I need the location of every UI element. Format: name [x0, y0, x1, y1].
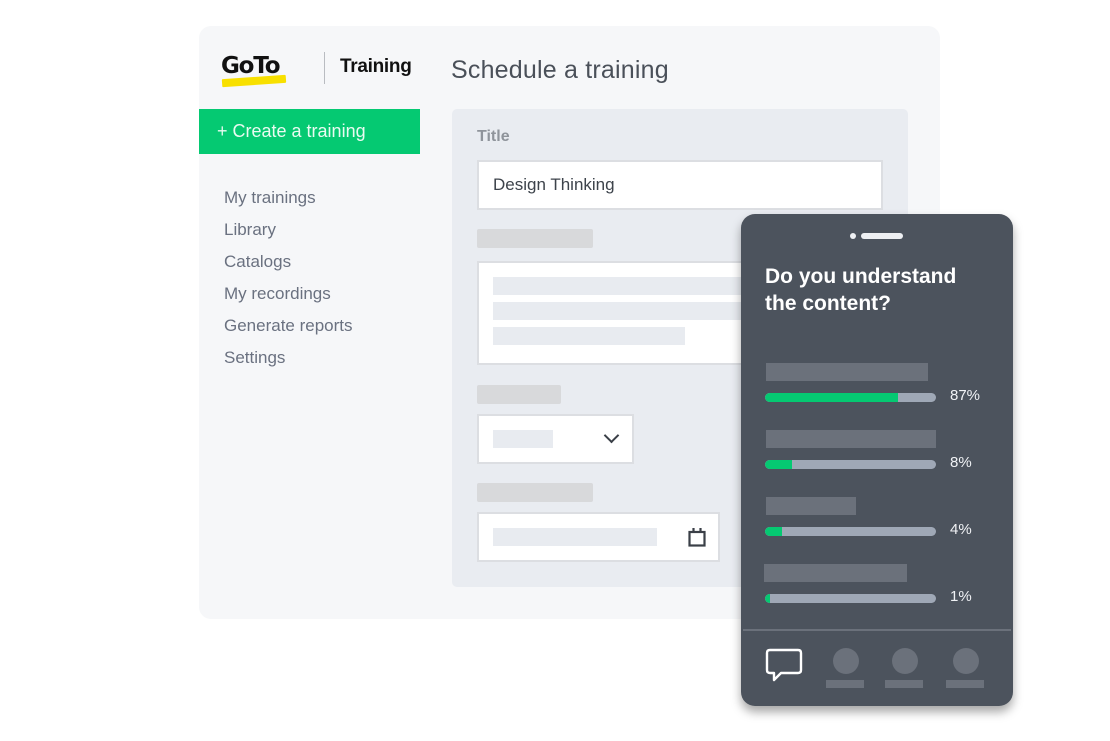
poll-progress-track — [765, 460, 936, 469]
sidebar-item-library[interactable]: Library — [224, 216, 353, 248]
poll-percent: 8% — [950, 454, 972, 471]
poll-progress-fill — [765, 393, 899, 402]
sidebar-item-my-trainings[interactable]: My trainings — [224, 184, 353, 216]
sidebar-item-settings[interactable]: Settings — [224, 344, 353, 376]
sidebar-nav: My trainings Library Catalogs My recordi… — [224, 184, 353, 376]
option-label-placeholder — [764, 564, 907, 582]
person-head — [953, 648, 979, 674]
tab-bar-divider — [743, 629, 1011, 631]
poll-progress-fill — [765, 527, 783, 536]
text-line-placeholder — [493, 277, 783, 295]
dropdown-select[interactable] — [477, 414, 634, 464]
person-label-placeholder — [885, 680, 923, 688]
phone-speaker — [861, 233, 903, 239]
logo-goto: GoTo — [221, 53, 281, 79]
product-name: Training — [340, 56, 412, 77]
option-label-placeholder — [766, 497, 856, 515]
option-label-placeholder — [766, 430, 936, 448]
person-icon[interactable] — [946, 648, 986, 692]
select-value-placeholder — [493, 430, 553, 448]
poll-progress-fill — [765, 460, 793, 469]
person-head — [892, 648, 918, 674]
chevron-down-icon — [603, 427, 620, 444]
person-head — [833, 648, 859, 674]
logo-divider — [324, 52, 325, 84]
sidebar-item-catalogs[interactable]: Catalogs — [224, 248, 353, 280]
date-label-placeholder — [477, 483, 593, 502]
sidebar-item-generate-reports[interactable]: Generate reports — [224, 312, 353, 344]
poll-percent: 87% — [950, 387, 981, 404]
person-icon[interactable] — [826, 648, 866, 692]
poll-option[interactable]: 8% — [765, 430, 1005, 480]
tab-bar — [741, 632, 1013, 706]
text-line-placeholder — [493, 302, 783, 320]
poll-progress-track — [765, 527, 936, 536]
poll-percent: 1% — [950, 588, 972, 605]
text-line-placeholder — [493, 327, 685, 345]
poll-progress-track — [765, 393, 936, 402]
poll-percent: 4% — [950, 521, 972, 538]
poll-option[interactable]: 1% — [764, 564, 1005, 614]
create-training-button[interactable]: + Create a training — [199, 109, 420, 154]
phone-camera — [850, 233, 856, 239]
title-label: Title — [477, 128, 510, 145]
poll-phone: Do you understand the content? 87% 8% 4%… — [741, 214, 1013, 706]
title-input[interactable] — [477, 160, 883, 210]
page-title: Schedule a training — [451, 56, 669, 84]
calendar-icon[interactable] — [688, 527, 706, 547]
chat-bubble-icon[interactable] — [765, 648, 803, 684]
date-value-placeholder — [493, 528, 657, 546]
person-icon[interactable] — [885, 648, 925, 692]
sidebar-item-my-recordings[interactable]: My recordings — [224, 280, 353, 312]
poll-progress-fill — [765, 594, 771, 603]
person-label-placeholder — [826, 680, 864, 688]
poll-option[interactable]: 87% — [765, 363, 1005, 413]
poll-option[interactable]: 4% — [765, 497, 1005, 547]
option-label-placeholder — [766, 363, 928, 381]
description-textarea[interactable] — [477, 261, 783, 365]
person-label-placeholder — [946, 680, 984, 688]
description-label-placeholder — [477, 229, 593, 248]
select-label-placeholder — [477, 385, 561, 404]
poll-question: Do you understand the content? — [765, 265, 957, 315]
poll-progress-track — [765, 594, 936, 603]
date-input[interactable] — [477, 512, 720, 562]
